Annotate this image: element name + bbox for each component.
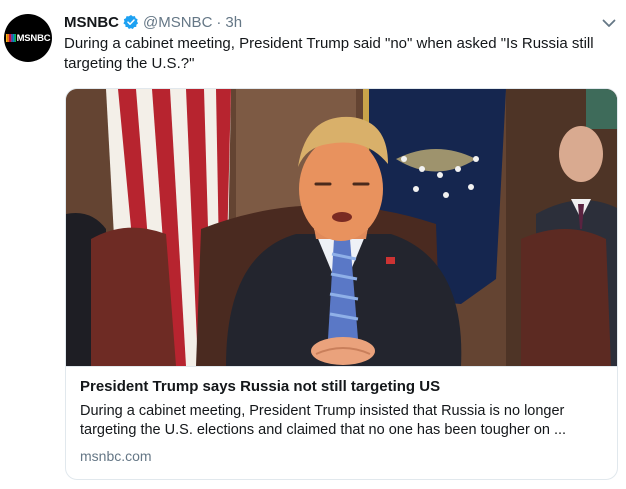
avatar[interactable]: MSNBC <box>4 14 52 62</box>
card-title: President Trump says Russia not still ta… <box>80 378 441 395</box>
tweet-header: MSNBC @MSNBC · 3h <box>64 12 586 32</box>
card-image <box>66 89 617 366</box>
peacock-icon <box>5 34 16 42</box>
tweet-timestamp[interactable]: 3h <box>225 14 242 31</box>
avatar-logo-text: MSNBC <box>16 32 51 44</box>
chevron-down-icon[interactable] <box>600 14 618 32</box>
account-name[interactable]: MSNBC <box>64 14 119 31</box>
account-handle[interactable]: @MSNBC <box>143 14 212 31</box>
card-description: During a cabinet meeting, President Trum… <box>80 403 567 438</box>
verified-badge-icon <box>123 14 139 30</box>
tweet-text: During a cabinet meeting, President Trum… <box>64 35 594 72</box>
link-card[interactable]: President Trump says Russia not still ta… <box>65 88 618 480</box>
msnbc-logo: MSNBC <box>5 32 51 44</box>
tweet: MSNBC MSNBC @MSNBC · 3h During a cabinet… <box>0 0 626 489</box>
separator-dot: · <box>216 13 222 31</box>
card-body: President Trump says Russia not still ta… <box>66 366 617 479</box>
card-domain: msnbc.com <box>80 448 152 464</box>
